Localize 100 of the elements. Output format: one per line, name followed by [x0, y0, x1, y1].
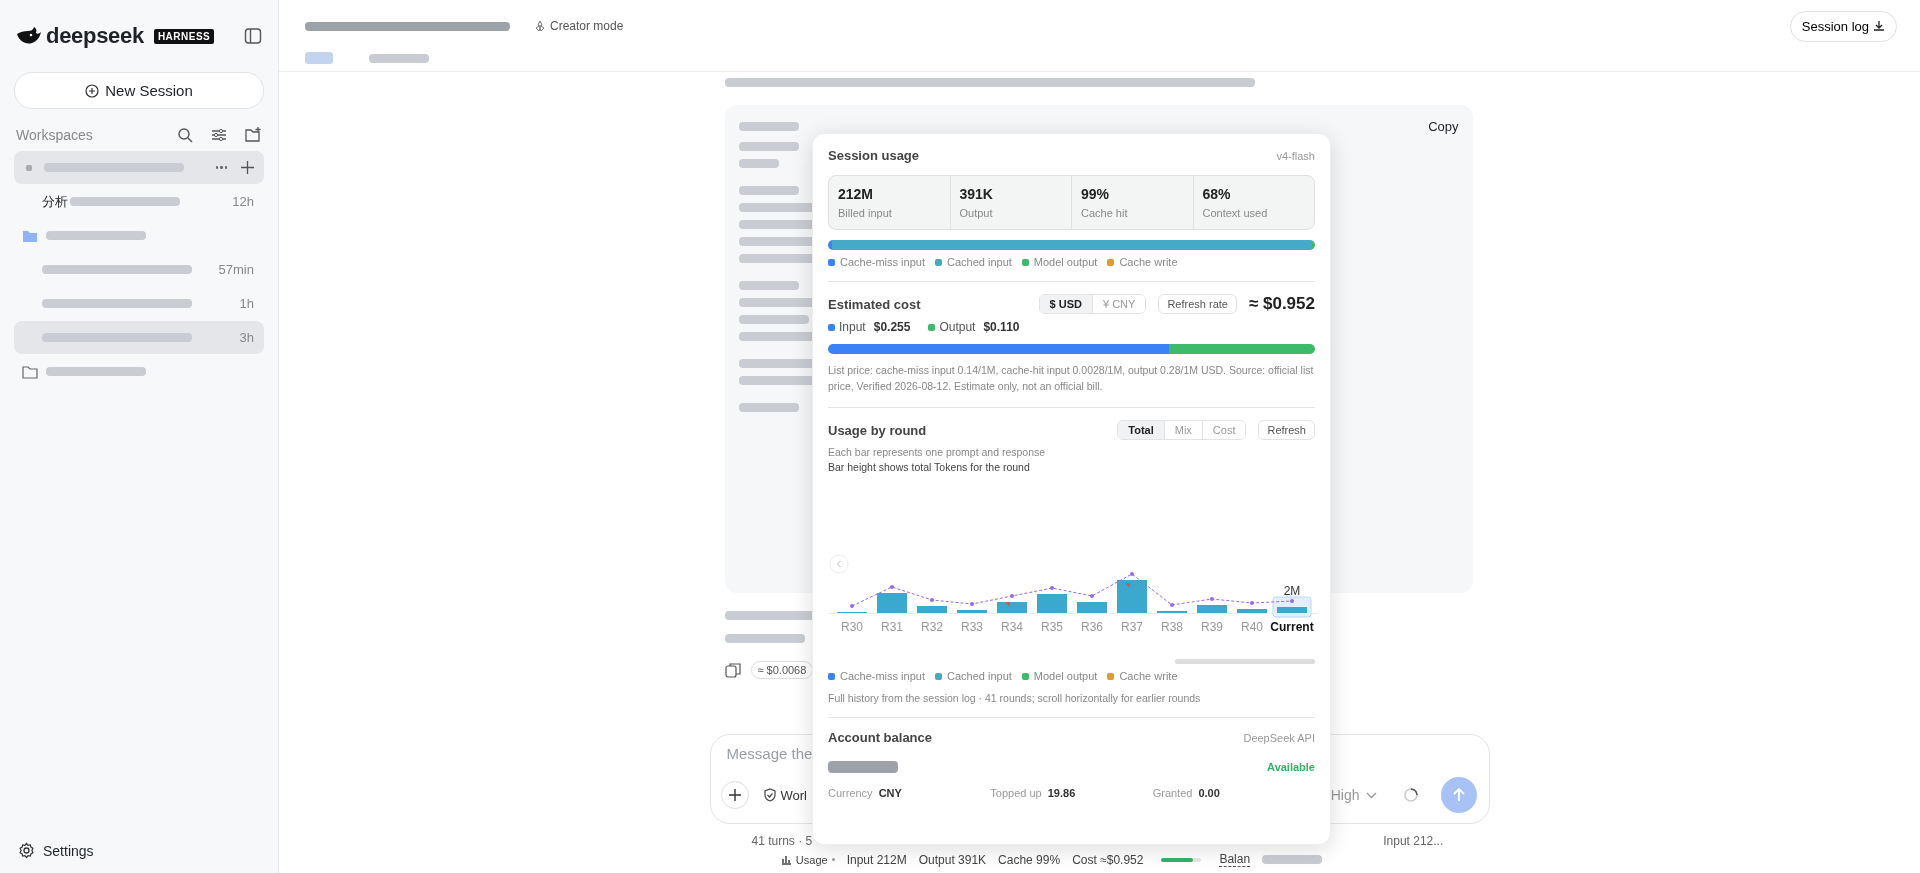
stat-label: Billed input	[838, 207, 893, 219]
shield-check-icon	[762, 788, 777, 802]
copy-button[interactable]: Copy	[1428, 119, 1459, 134]
round-label: R40	[1241, 620, 1263, 634]
usage-bar[interactable]	[1037, 594, 1067, 613]
usage-bar[interactable]	[997, 602, 1027, 613]
settings-icon	[18, 842, 35, 859]
field-label: Granted	[1152, 787, 1193, 799]
balance-label[interactable]: Balan	[1219, 852, 1251, 867]
download-icon	[1873, 20, 1885, 32]
cost-value: $0.110	[983, 320, 1020, 334]
usage-stat: Input 212M	[846, 852, 907, 867]
section-title: Usage by round	[828, 422, 927, 438]
usage-meter	[1161, 857, 1202, 862]
copy-icon[interactable]	[724, 662, 741, 678]
stat-value: 391K	[959, 186, 994, 202]
cost-label: Input	[839, 320, 866, 334]
usage-bar[interactable]	[917, 606, 947, 613]
round-label: R33	[961, 620, 983, 634]
round-label: R30	[841, 620, 863, 634]
session-stats: 41 turns · 5	[751, 834, 813, 848]
field-label: Topped up	[990, 787, 1042, 799]
stat-value: 68%	[1202, 186, 1232, 202]
blurred-text	[738, 281, 799, 290]
settings-button[interactable]: Settings	[14, 842, 264, 859]
usage-bar[interactable]	[1077, 602, 1107, 613]
filter-icon[interactable]	[211, 127, 227, 143]
round-label: R31	[881, 620, 903, 634]
session-item[interactable]: 分析 12h	[14, 185, 264, 218]
section-title: Session usage	[828, 148, 920, 163]
add-button[interactable]	[720, 781, 749, 809]
field-value: CNY	[878, 787, 902, 799]
total-cost: ≈ $0.952	[1248, 294, 1315, 314]
plus-icon	[727, 788, 742, 802]
usage-toggle[interactable]: Usage	[780, 853, 835, 866]
blurred-text	[738, 403, 799, 412]
model-name: v4-flash	[1276, 149, 1315, 162]
blurred-tab[interactable]	[369, 53, 429, 63]
plus-circle-icon	[85, 83, 100, 98]
price-note: List price: cache-miss input 0.14/1M, cache-hit input 0.0028/1M, output 0.28/1M USD. Source: official list price, Verified 2026-08-12. Estimate only, not an official bill.	[828, 363, 1315, 394]
legend-label: Model output	[1033, 670, 1098, 682]
status-label: Available	[1267, 761, 1315, 773]
legend-label: Model output	[1033, 256, 1098, 268]
usage-bar[interactable]	[957, 610, 987, 613]
brand-name: deepseek	[46, 23, 144, 49]
creator-mode-label[interactable]: Creator mode	[534, 19, 624, 33]
refresh-rate-button[interactable]: Refresh rate	[1158, 294, 1237, 314]
scroll-left-button[interactable]	[829, 554, 849, 574]
more-icon[interactable]	[215, 166, 227, 169]
legend-label: Cache write	[1119, 670, 1178, 682]
send-button[interactable]	[1440, 777, 1477, 813]
scrollbar[interactable]	[1175, 659, 1315, 664]
round-label: R35	[1041, 620, 1063, 634]
round-label: R37	[1121, 620, 1143, 634]
loading-spinner-icon	[1402, 787, 1419, 803]
bar-chart-icon	[780, 854, 792, 865]
round-label: R39	[1201, 620, 1223, 634]
marker-icon	[1125, 583, 1130, 588]
usage-bar[interactable]	[1117, 580, 1147, 613]
stat-label: Cache hit	[1081, 207, 1129, 219]
plus-icon[interactable]	[241, 161, 254, 174]
legend-label: Cached input	[947, 670, 1012, 682]
section-title: Account balance	[828, 730, 933, 745]
session-log-button[interactable]: Session log	[1789, 10, 1897, 42]
blurred-tab[interactable]	[305, 52, 333, 64]
harness-badge: HARNESS	[153, 28, 215, 44]
usage-bar[interactable]	[1197, 605, 1227, 613]
usage-stat: Output 391K	[918, 852, 987, 867]
cost-value: $0.255	[873, 320, 911, 334]
blurred-text	[738, 315, 809, 324]
sidebar-toggle-icon[interactable]	[244, 27, 262, 45]
search-icon[interactable]	[177, 127, 193, 143]
usage-bar[interactable]	[877, 593, 907, 613]
legend-label: Cache-miss input	[840, 256, 925, 268]
blurred-amount	[828, 761, 898, 773]
usage-bar[interactable]	[1237, 609, 1267, 613]
new-session-button[interactable]: New Session	[14, 72, 264, 109]
chart-description: Bar height shows total Tokens for the round	[828, 461, 1031, 473]
stat-value: 99%	[1081, 186, 1111, 202]
caret-icon	[1365, 791, 1377, 799]
round-value: 2M	[1283, 584, 1301, 598]
stat-value: 212M	[838, 186, 875, 202]
session-stats: Input 212...	[1383, 834, 1444, 848]
currency-toggle[interactable]: $ USD	[1039, 295, 1092, 313]
section-title: Estimated cost	[828, 296, 921, 312]
blurred-text	[738, 159, 779, 168]
whale-logo-icon	[16, 26, 42, 46]
new-folder-icon[interactable]	[245, 127, 262, 143]
round-label: R38	[1161, 620, 1183, 634]
round-label: Current	[1270, 620, 1314, 634]
round-label: R36	[1081, 620, 1103, 634]
chart-mode-tab[interactable]: Total	[1118, 421, 1164, 439]
usage-bar[interactable]	[1277, 607, 1307, 613]
chart-description: Each bar represents one prompt and response	[828, 446, 1047, 458]
workspace-button[interactable]: Worl	[762, 787, 807, 803]
refresh-button[interactable]: Refresh	[1258, 420, 1315, 440]
history-note: Full history from the session log · 41 rounds; scroll horizontally for earlier rounds	[828, 692, 1202, 704]
marker-icon	[1005, 602, 1010, 607]
round-label: R32	[921, 620, 943, 634]
stat-label: Context used	[1202, 207, 1269, 219]
